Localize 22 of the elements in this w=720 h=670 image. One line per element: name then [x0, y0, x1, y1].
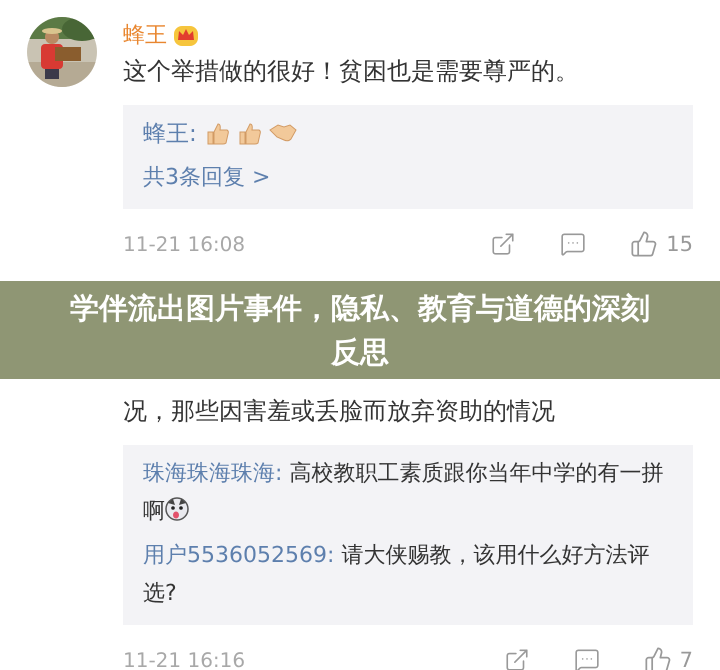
reply-text: 用户5536052569: 请大侠赐教，该用什么好方法评选? — [143, 542, 650, 608]
comment-time: 11-21 16:16 — [123, 648, 246, 670]
reply-author[interactable]: 珠海珠海珠海: — [143, 461, 282, 486]
comment-text: 况，那些因害羞或丢脸而放弃资助的情况 — [123, 396, 556, 427]
view-replies-link[interactable]: 共3条回复 > — [143, 165, 270, 190]
reply-author[interactable]: 用户5536052569: — [143, 543, 334, 568]
comment-icon[interactable] — [560, 231, 586, 257]
like-count: 7 — [680, 648, 693, 670]
share-icon[interactable] — [504, 647, 530, 670]
reply-text: 珠海珠海珠海: 高校教职工素质跟你当年中学的有一拼啊 — [143, 460, 664, 526]
share-icon[interactable] — [490, 231, 516, 257]
thumbs-up-icon — [204, 122, 231, 146]
like-icon[interactable] — [644, 646, 672, 670]
like-icon[interactable] — [630, 230, 658, 258]
comment-icon[interactable] — [574, 647, 600, 670]
like-count: 15 — [666, 232, 693, 256]
author-name[interactable]: 蜂王 — [123, 20, 167, 50]
comment-time: 11-21 16:08 — [123, 232, 246, 256]
thumbs-up-icon — [236, 122, 263, 146]
reply-author[interactable]: 蜂王: — [143, 115, 197, 153]
banner-title: 学伴流出图片事件，隐私、教育与道德的深刻反思 — [69, 290, 651, 371]
comment-text: 这个举措做的很好！贫困也是需要尊严的。 — [123, 56, 580, 87]
